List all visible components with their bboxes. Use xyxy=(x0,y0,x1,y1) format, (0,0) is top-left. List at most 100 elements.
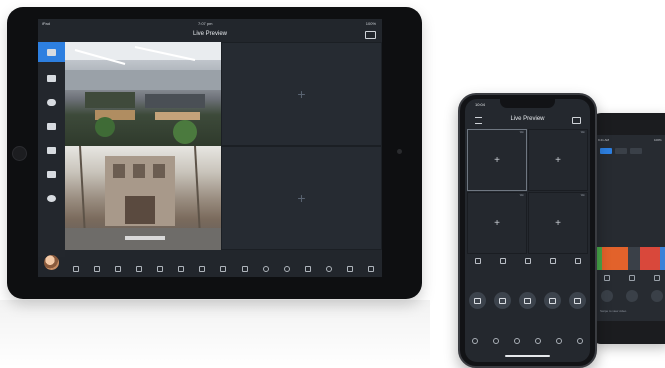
status-battery: 100% xyxy=(365,21,376,26)
record-icon[interactable] xyxy=(178,265,185,272)
sidebar-item-files[interactable] xyxy=(38,164,65,184)
empty-cell-2[interactable]: + xyxy=(221,42,382,146)
add-channel-icon[interactable]: + xyxy=(297,190,305,206)
ptz-button[interactable] xyxy=(569,292,586,309)
more-icon[interactable] xyxy=(555,338,562,344)
fisheye-icon[interactable] xyxy=(326,265,333,272)
play-icon[interactable] xyxy=(72,265,79,272)
record-switch-icon[interactable] xyxy=(572,117,581,124)
iphone-controls xyxy=(465,254,590,268)
record-switch-icon[interactable] xyxy=(365,31,376,39)
refresh-icon[interactable] xyxy=(262,265,269,272)
playback-icon xyxy=(47,74,56,82)
snapshot-icon[interactable] xyxy=(199,265,206,272)
android-screen: 9:41 AM 100% Swipe to view video xyxy=(594,135,665,321)
more-icon[interactable] xyxy=(368,265,375,272)
tab-files[interactable] xyxy=(630,148,642,154)
video-cell-1[interactable]: Win + xyxy=(467,129,527,191)
zoom-icon[interactable] xyxy=(493,338,500,344)
files-icon xyxy=(47,170,56,178)
settings-icon xyxy=(47,194,56,202)
add-channel-icon[interactable]: + xyxy=(555,218,561,229)
play-icon[interactable] xyxy=(603,275,610,281)
video-icon xyxy=(499,297,506,304)
avatar[interactable] xyxy=(44,255,59,270)
video-cell-2[interactable]: Win + xyxy=(528,129,588,191)
live-view-icon xyxy=(47,48,56,56)
timeline-segment xyxy=(640,247,660,270)
cell-label: Win xyxy=(519,131,524,134)
sidebar-item-playback[interactable] xyxy=(38,68,65,88)
ipad-screen: iPad 7:07 pm 100% Live Preview + + xyxy=(38,19,382,277)
android-status-time: 9:41 AM xyxy=(598,138,610,142)
ipad-sensor xyxy=(397,149,402,154)
devices-icon xyxy=(47,122,56,130)
iphone-notch xyxy=(500,99,555,108)
mic-button[interactable] xyxy=(544,292,561,309)
fisheye-icon[interactable] xyxy=(472,338,479,344)
collapse-icon[interactable] xyxy=(576,338,583,344)
ptz-icon[interactable] xyxy=(283,265,290,272)
iphone-video-grid: Win + Win + Win + Win + xyxy=(467,129,588,255)
sidebar-item-devices[interactable] xyxy=(38,116,65,136)
sidebar-item-message[interactable] xyxy=(38,140,65,160)
record-button[interactable] xyxy=(469,292,486,309)
android-status-battery: 100% xyxy=(654,138,662,142)
mic-icon xyxy=(549,297,556,304)
play-icon[interactable] xyxy=(474,258,481,264)
layout-icon[interactable] xyxy=(241,265,248,272)
tab-playback[interactable] xyxy=(615,148,627,154)
sidebar-item-cloud[interactable] xyxy=(38,92,65,112)
add-channel-icon[interactable]: + xyxy=(555,155,561,166)
snapshot-icon[interactable] xyxy=(600,290,613,302)
page-title: Live Preview xyxy=(192,31,227,37)
mic-icon[interactable] xyxy=(220,265,227,272)
add-channel-icon[interactable]: + xyxy=(494,155,500,166)
video-cell-3[interactable]: Win + xyxy=(467,192,527,254)
sidebar-item-settings[interactable] xyxy=(38,188,65,208)
video-cell-office[interactable] xyxy=(65,42,221,146)
layout-icon[interactable] xyxy=(549,258,556,264)
volume-icon[interactable] xyxy=(628,275,635,281)
empty-cell-4[interactable]: + xyxy=(221,146,382,250)
video-cell-4[interactable]: Win + xyxy=(528,192,588,254)
alarm-icon[interactable] xyxy=(347,265,354,272)
iphone-bottom-bar xyxy=(465,338,590,344)
iphone-status-time: 10:04 xyxy=(475,102,486,107)
download-icon[interactable] xyxy=(650,290,663,302)
image-icon[interactable] xyxy=(93,265,100,272)
snapshot-button[interactable] xyxy=(519,292,536,309)
playback-timeline[interactable] xyxy=(594,247,665,270)
android-controls xyxy=(594,275,665,281)
snapshot-icon xyxy=(524,297,531,304)
add-channel-icon[interactable]: + xyxy=(297,86,305,102)
alarm-icon[interactable] xyxy=(534,338,541,344)
add-channel-icon[interactable]: + xyxy=(494,218,500,229)
video-cell-street[interactable] xyxy=(65,146,221,250)
star-icon[interactable] xyxy=(157,265,164,272)
timeline-segment xyxy=(660,247,665,270)
volume-icon[interactable] xyxy=(114,265,121,272)
timeline-segment xyxy=(602,247,628,270)
star-icon[interactable] xyxy=(574,258,581,264)
ipad-titlebar: Live Preview xyxy=(38,28,382,42)
android-hint: Swipe to view video xyxy=(600,309,627,313)
record-icon xyxy=(474,297,481,304)
stream-icon[interactable] xyxy=(135,265,142,272)
cell-label: Win xyxy=(580,131,585,134)
reflection xyxy=(0,300,430,368)
timeline-segment xyxy=(628,247,640,270)
light-icon[interactable] xyxy=(514,338,521,344)
skip-icon[interactable] xyxy=(653,275,660,281)
video-button[interactable] xyxy=(494,292,511,309)
message-icon xyxy=(47,146,56,154)
tab-live[interactable] xyxy=(600,148,612,154)
cell-label: Win xyxy=(519,194,524,197)
record-icon[interactable] xyxy=(625,290,638,302)
ipad-bottom-toolbar xyxy=(65,260,382,277)
ptz-icon xyxy=(574,297,581,304)
quality-icon[interactable] xyxy=(304,265,311,272)
volume-icon[interactable] xyxy=(524,258,531,264)
stream-icon[interactable] xyxy=(499,258,506,264)
sidebar-item-live-view[interactable] xyxy=(38,42,65,62)
